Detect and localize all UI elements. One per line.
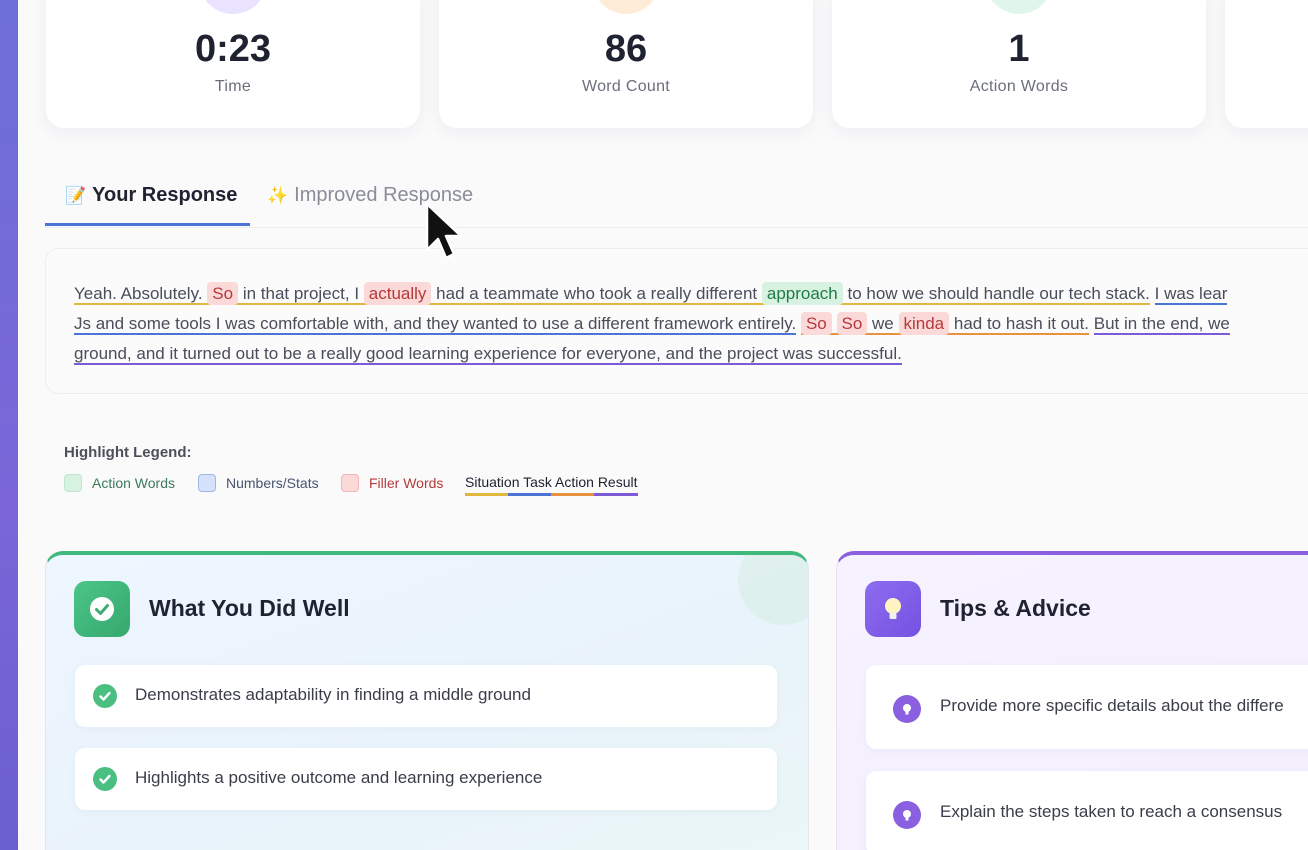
stat-card-action-words: 1 Action Words	[832, 0, 1206, 128]
check-badge-icon	[74, 581, 130, 637]
filler-word: kinda	[898, 312, 950, 335]
action-word: approach	[761, 282, 843, 305]
stat-label: Word Count	[581, 78, 671, 95]
transcript-line: Js and some tools I was comfortable with…	[74, 309, 1308, 339]
filler-word: So	[207, 282, 239, 305]
transcript-text: Yeah. Absolutely. So in that project, I …	[74, 279, 1308, 369]
task-segment: Js and some tools I was comfortable with…	[74, 314, 797, 335]
strength-text: Demonstrates adaptability in finding a m…	[135, 685, 531, 704]
filler-word: actually	[363, 282, 432, 305]
check-icon	[93, 767, 117, 791]
task-segment: I was lear	[1154, 284, 1228, 305]
stat-value: 86	[604, 28, 648, 70]
mouse-cursor-icon	[425, 202, 463, 260]
legend-label: Filler Words	[369, 475, 444, 491]
legend-filler-words: Filler Words	[341, 474, 443, 492]
star-color-bar	[465, 493, 638, 496]
memo-icon: 📝	[65, 186, 87, 205]
result-segment: ground, and it turned out to be a really…	[74, 344, 902, 365]
stat-value: 1	[1008, 28, 1030, 70]
tab-label: Your Response	[92, 184, 238, 206]
sidebar-edge	[0, 0, 18, 850]
stat-card-time: 0:23 Time	[46, 0, 420, 128]
what-you-did-well-card: What You Did Well Demonstrates adaptabil…	[45, 551, 809, 850]
legend-action-words: Action Words	[64, 474, 175, 492]
filler-word: So	[800, 312, 832, 335]
document-icon	[592, 0, 660, 14]
tip-text: Provide more specific details about the …	[940, 696, 1284, 715]
stat-label: Time	[214, 78, 252, 95]
text-run: we	[872, 314, 894, 333]
situation-color	[465, 493, 509, 496]
sparkles-icon: ✨	[267, 186, 289, 205]
tips-advice-card: Tips & Advice Provide more specific deta…	[836, 551, 1308, 850]
lightbulb-icon	[865, 581, 921, 637]
result-segment: But in the end, we	[1093, 314, 1230, 335]
tabs-divider	[45, 227, 1308, 228]
card-title: Tips & Advice	[940, 595, 1091, 621]
text-run: to how we should handle our tech stack.	[847, 284, 1150, 303]
stat-label: Action Words	[969, 78, 1069, 95]
task-color	[508, 493, 552, 496]
text-run: had a teammate who took a really differe…	[436, 284, 758, 303]
tab-your-response[interactable]: 📝 Your Response	[45, 178, 250, 226]
legend-label: Numbers/Stats	[226, 475, 319, 491]
swatch	[64, 474, 82, 492]
legend-title: Highlight Legend:	[64, 444, 192, 461]
tip-item: Provide more specific details about the …	[866, 665, 1308, 749]
swatch	[341, 474, 359, 492]
check-icon	[93, 684, 117, 708]
stat-card-word-count: 86 Word Count	[439, 0, 813, 128]
legend-star: Situation Task Action Result	[465, 474, 638, 496]
strength-item: Highlights a positive outcome and learni…	[75, 748, 777, 810]
transcript-line: ground, and it turned out to be a really…	[74, 339, 1308, 369]
tip-text: Explain the steps taken to reach a conse…	[940, 802, 1283, 821]
response-transcript: Yeah. Absolutely. So in that project, I …	[45, 248, 1308, 394]
swatch	[198, 474, 216, 492]
lightning-icon	[985, 0, 1053, 14]
decoration	[738, 555, 808, 625]
tip-item: Explain the steps taken to reach a conse…	[866, 771, 1308, 850]
clock-icon	[199, 0, 267, 14]
lightbulb-small-icon	[893, 801, 921, 829]
legend-label: Action Words	[92, 475, 175, 491]
transcript-line: Yeah. Absolutely. So in that project, I …	[74, 279, 1308, 309]
stat-card-partial	[1225, 0, 1308, 128]
text-run: in that project, I	[242, 284, 360, 303]
lightbulb-small-icon	[893, 695, 921, 723]
text-run: Yeah. Absolutely.	[74, 284, 203, 303]
stat-value: 0:23	[194, 28, 272, 70]
main-content: 0:23 Time 86 Word Count 1 Action Words 📝…	[18, 0, 1308, 850]
card-title: What You Did Well	[149, 595, 350, 621]
legend-numbers-stats: Numbers/Stats	[198, 474, 319, 492]
legend-label: Situation Task Action Result	[465, 474, 638, 490]
action-segment: So So we kinda had to hash it out.	[800, 312, 1090, 335]
situation-segment: Yeah. Absolutely. So in that project, I …	[74, 282, 1150, 305]
strength-item: Demonstrates adaptability in finding a m…	[75, 665, 777, 727]
filler-word: So	[836, 312, 868, 335]
text-run: had to hash it out.	[953, 314, 1090, 333]
action-color	[551, 493, 595, 496]
result-color	[594, 493, 638, 496]
response-tabs: 📝 Your Response ✨ Improved Response	[45, 178, 1308, 228]
strength-text: Highlights a positive outcome and learni…	[135, 768, 543, 787]
